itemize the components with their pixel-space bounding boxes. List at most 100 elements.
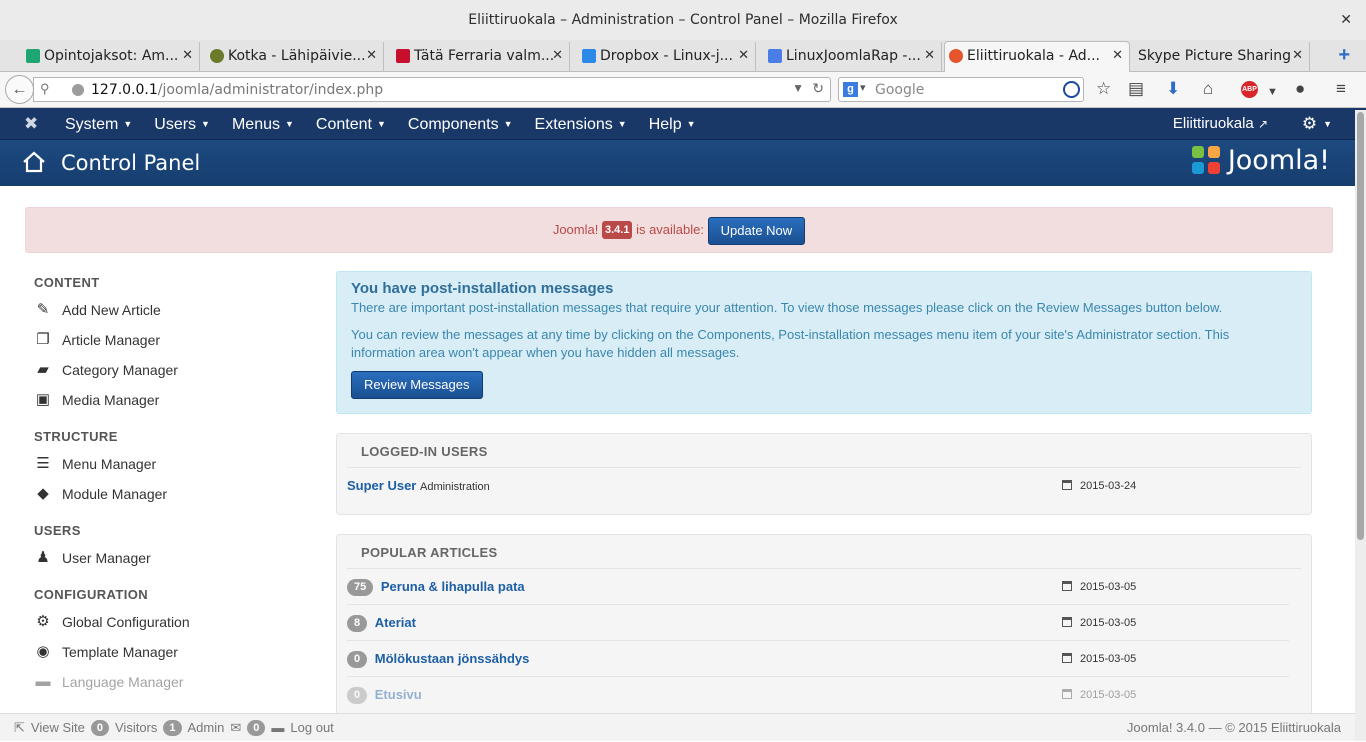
menu-menus[interactable]: Menus ▼ bbox=[221, 108, 305, 141]
copyright: Joomla! 3.4.0 — © 2015 Eliittiruokala bbox=[1126, 720, 1341, 735]
menu-system[interactable]: System ▼ bbox=[54, 108, 143, 141]
sidebar-item-template-manager[interactable]: ◉ Template Manager bbox=[34, 637, 294, 667]
google-icon[interactable]: g bbox=[843, 82, 858, 97]
menu-help[interactable]: Help ▼ bbox=[638, 108, 707, 141]
menu-icon[interactable]: ≡ bbox=[1336, 79, 1346, 99]
menu-extensions[interactable]: Extensions ▼ bbox=[524, 108, 638, 141]
back-button[interactable]: ← bbox=[5, 75, 34, 104]
tab-close-icon[interactable]: ✕ bbox=[182, 42, 193, 70]
table-row: 75 Peruna & lihapulla pata 2015-03-05 bbox=[347, 569, 1289, 605]
search-icon[interactable] bbox=[1063, 81, 1080, 98]
chevron-down-icon[interactable]: ▾ bbox=[860, 81, 866, 94]
sidebar-heading-users: USERS bbox=[34, 523, 81, 538]
tab-close-icon[interactable]: ✕ bbox=[738, 42, 749, 70]
home-icon bbox=[22, 151, 46, 176]
update-alert: Joomla! 3.4.1 is available: Update Now bbox=[25, 207, 1333, 253]
page-scrollbar-thumb[interactable] bbox=[1357, 112, 1364, 540]
address-url[interactable]: 127.0.0.1/joomla/administrator/index.php bbox=[91, 82, 383, 98]
image-icon: ▣ bbox=[35, 391, 51, 408]
article-link[interactable]: Etusivu bbox=[375, 687, 422, 702]
main-column: You have post-installation messages Ther… bbox=[336, 271, 1312, 713]
new-tab-button[interactable]: + bbox=[1338, 44, 1350, 66]
user-icon: ♟ bbox=[36, 549, 50, 566]
article-link[interactable]: Peruna & lihapulla pata bbox=[381, 579, 525, 594]
article-link[interactable]: Ateriat bbox=[375, 615, 416, 630]
bookmark-star-icon[interactable]: ☆ bbox=[1096, 79, 1111, 99]
tab-ferrari[interactable]: Tätä Ferraria valm... ✕ bbox=[392, 42, 570, 72]
user-area: Administration bbox=[420, 481, 490, 493]
row-date: 2015-03-05 bbox=[1062, 569, 1136, 605]
sidebar-item-module-manager[interactable]: ◆ Module Manager bbox=[34, 479, 294, 509]
sidebar-item-label: Global Configuration bbox=[62, 614, 190, 630]
menu-label: System bbox=[65, 116, 119, 133]
tab-close-icon[interactable]: ✕ bbox=[366, 42, 377, 70]
menu-content[interactable]: Content ▼ bbox=[305, 108, 397, 141]
tab-skype[interactable]: Skype Picture Sharing ✕ bbox=[1132, 42, 1310, 72]
date-value: 2015-03-24 bbox=[1080, 480, 1137, 492]
tab-label: Eliittiruokala - Ad... bbox=[967, 48, 1101, 64]
tab-kotka[interactable]: Kotka - Lähipäivie... ✕ bbox=[206, 42, 384, 72]
table-row: 0 Mölökustaan jönssähdys 2015-03-05 bbox=[347, 641, 1289, 677]
envelope-icon[interactable]: ✉ bbox=[230, 714, 241, 742]
home-icon[interactable]: ⌂ bbox=[1203, 79, 1213, 99]
table-row: Super User Administration 2015-03-24 bbox=[347, 468, 1289, 504]
joomla-brand: Joomla! bbox=[1191, 145, 1330, 176]
sidebar-item-article-manager[interactable]: ❐ Article Manager bbox=[34, 325, 294, 355]
page-header: Control Panel Joomla! bbox=[0, 140, 1366, 186]
navigation-toolbar: ⚲ 127.0.0.1/joomla/administrator/index.p… bbox=[0, 72, 1366, 108]
calendar-icon bbox=[1062, 581, 1072, 591]
user-menu[interactable]: ⚙ ▼ bbox=[1302, 108, 1332, 140]
menu-users[interactable]: Users ▼ bbox=[143, 108, 221, 141]
tab-label: Dropbox - Linux-j... bbox=[600, 48, 733, 64]
window-close-icon[interactable]: ✕ bbox=[1340, 0, 1352, 40]
tab-close-icon[interactable]: ✕ bbox=[552, 42, 563, 70]
tab-opintojaksot[interactable]: Opintojaksot: Am... ✕ bbox=[22, 42, 200, 72]
tab-close-icon[interactable]: ✕ bbox=[1292, 42, 1303, 70]
sidebar-item-menu-manager[interactable]: ☰ Menu Manager bbox=[34, 449, 294, 479]
logout-link[interactable]: Log out bbox=[290, 714, 333, 742]
tab-close-icon[interactable]: ✕ bbox=[924, 42, 935, 70]
chat-icon[interactable]: ● bbox=[1295, 79, 1305, 99]
reading-list-icon[interactable]: ▤ bbox=[1128, 79, 1144, 99]
calendar-icon bbox=[1062, 480, 1072, 490]
popular-articles-module: POPULAR ARTICLES 75 Peruna & lihapulla p… bbox=[336, 534, 1312, 713]
postinstall-title: You have post-installation messages bbox=[351, 280, 614, 297]
search-placeholder: Google bbox=[875, 82, 925, 98]
menu-components[interactable]: Components ▼ bbox=[397, 108, 524, 141]
menu-label: Menus bbox=[231, 116, 280, 133]
tab-eliittiruokala[interactable]: Eliittiruokala - Ad... ✕ bbox=[944, 41, 1130, 73]
download-icon[interactable]: ⬇ bbox=[1166, 79, 1180, 99]
tab-close-icon[interactable]: ✕ bbox=[1112, 42, 1123, 70]
sidebar-item-language-manager[interactable]: ▬ Language Manager bbox=[34, 667, 294, 697]
user-link[interactable]: Super User bbox=[347, 478, 416, 493]
chevron-down-icon[interactable]: ▼ bbox=[1267, 82, 1278, 102]
view-site-link[interactable]: View Site bbox=[31, 714, 85, 742]
site-identity-icon[interactable]: ⚲ bbox=[40, 81, 50, 97]
calendar-icon bbox=[1062, 689, 1072, 699]
sidebar-item-label: Template Manager bbox=[62, 644, 178, 660]
sidebar-item-media-manager[interactable]: ▣ Media Manager bbox=[34, 385, 294, 415]
postinstall-alert: You have post-installation messages Ther… bbox=[336, 271, 1312, 414]
sidebar-item-category-manager[interactable]: ▰ Category Manager bbox=[34, 355, 294, 385]
tab-dropbox[interactable]: Dropbox - Linux-j... ✕ bbox=[578, 42, 756, 72]
update-now-button[interactable]: Update Now bbox=[707, 216, 806, 245]
review-messages-button[interactable]: Review Messages bbox=[351, 371, 483, 399]
sidebar-item-global-configuration[interactable]: ⚙ Global Configuration bbox=[34, 607, 294, 637]
sidebar-item-label: Add New Article bbox=[62, 302, 161, 318]
sidebar-item-add-new-article[interactable]: ✎ Add New Article bbox=[34, 295, 294, 325]
reload-icon[interactable]: ↻ bbox=[812, 80, 824, 97]
chevron-down-icon[interactable]: ▼ bbox=[792, 81, 804, 95]
comment-icon: ▬ bbox=[35, 673, 51, 690]
joomla-logo-icon[interactable]: ✖ bbox=[24, 114, 38, 134]
document-icon bbox=[768, 49, 782, 63]
address-bar[interactable]: ⚲ 127.0.0.1/joomla/administrator/index.p… bbox=[33, 77, 831, 102]
article-link[interactable]: Mölökustaan jönssähdys bbox=[375, 651, 530, 666]
content-area: Joomla! 3.4.1 is available: Update Now C… bbox=[0, 187, 1355, 713]
logged-in-users-module: LOGGED-IN USERS Super User Administratio… bbox=[336, 433, 1312, 515]
sidebar-item-user-manager[interactable]: ♟ User Manager bbox=[34, 543, 294, 573]
adblock-icon[interactable]: ABP bbox=[1241, 81, 1258, 98]
site-link[interactable]: Eliittiruokala ↗ bbox=[1173, 108, 1268, 140]
tab-linuxjoomlarap[interactable]: LinuxJoomlaRap -... ✕ bbox=[764, 42, 942, 72]
window-titlebar: Eliittiruokala – Administration – Contro… bbox=[0, 0, 1366, 40]
search-bar[interactable]: g ▾ Google bbox=[838, 77, 1084, 102]
